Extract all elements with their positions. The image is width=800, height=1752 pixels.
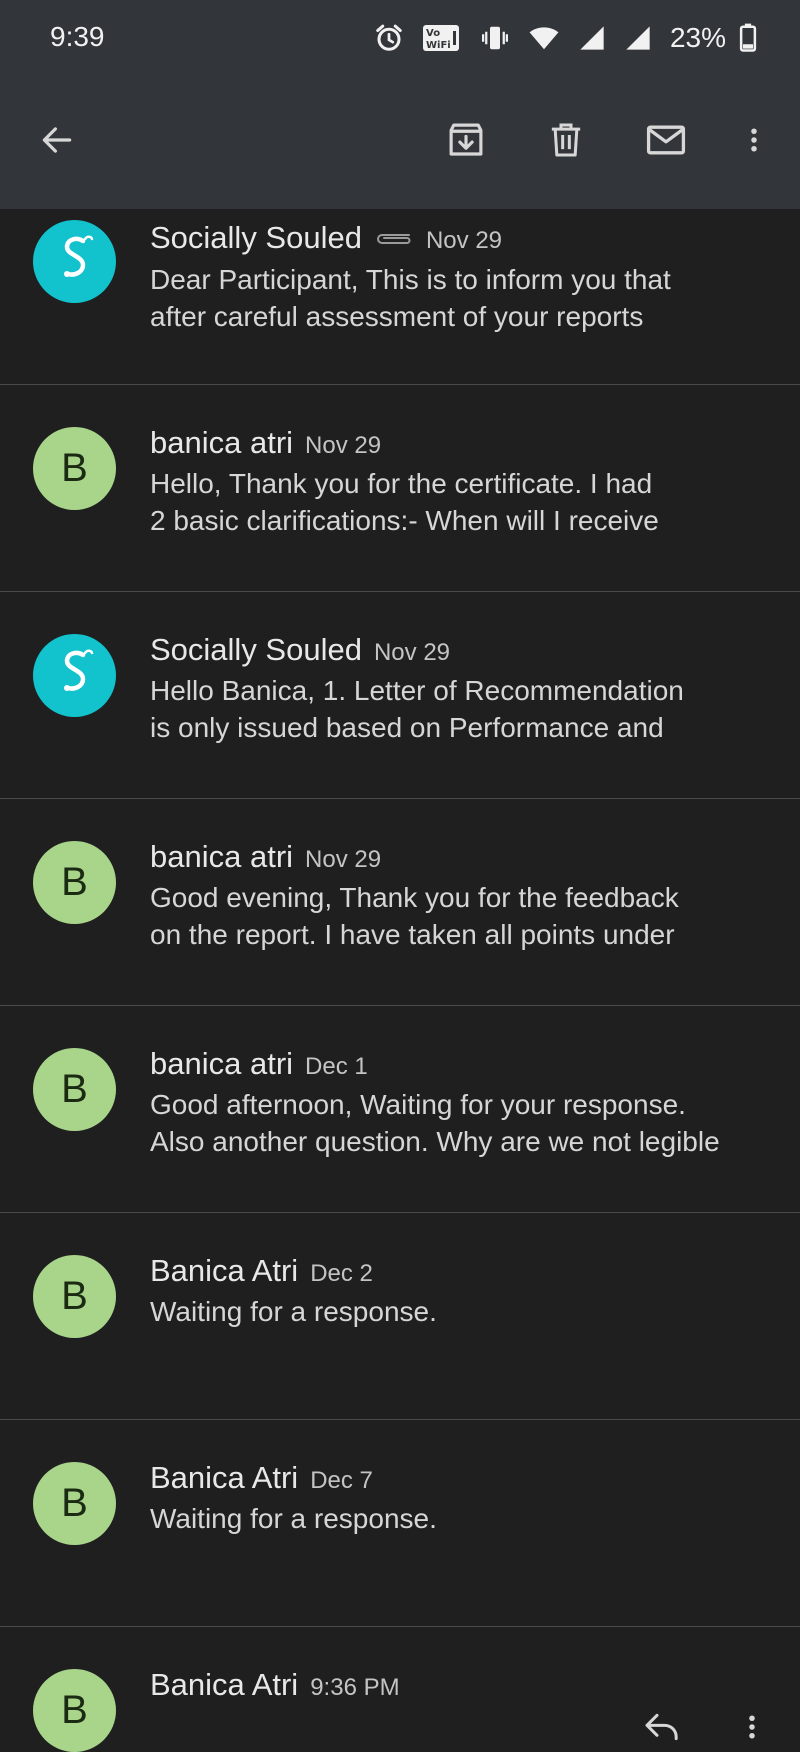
- message-thread: Socially Souled Nov 29 Dear Participant,…: [0, 209, 800, 1752]
- snippet-line: Good afternoon, Waiting for your respons…: [150, 1089, 686, 1120]
- signal-icon: [624, 23, 652, 53]
- sender-name: banica atri: [150, 1046, 294, 1081]
- sender-line: Banica Atri Dec 7: [150, 1460, 373, 1496]
- snippet-line: Good evening, Thank you for the feedback: [150, 882, 679, 913]
- more-options-button[interactable]: [727, 115, 781, 169]
- snippet-line: Waiting for a response.: [150, 1296, 437, 1327]
- app-bar: [0, 75, 800, 209]
- message-date: 9:36 PM: [310, 1674, 400, 1701]
- message-date: Nov 29: [373, 639, 451, 666]
- archive-button[interactable]: [439, 115, 493, 169]
- message-snippet: Hello Banica, 1. Letter of Recommendatio…: [150, 672, 770, 746]
- message-item[interactable]: Socially Souled Nov 29 Hello Banica, 1. …: [0, 592, 800, 799]
- back-button[interactable]: [30, 115, 84, 169]
- sender-line: Socially Souled Nov 29: [150, 632, 450, 668]
- message-item[interactable]: B Banica Atri Dec 7 Waiting for a respon…: [0, 1420, 800, 1627]
- sender-line: Banica Atri Dec 2: [150, 1253, 373, 1289]
- message-item[interactable]: B banica atri Nov 29 Good evening, Thank…: [0, 799, 800, 1006]
- svg-text:Vo: Vo: [426, 28, 440, 39]
- sender-name: Banica Atri: [150, 1253, 299, 1288]
- sender-name: banica atri: [150, 425, 294, 460]
- socially-souled-logo-icon: [45, 229, 105, 294]
- snippet-line: Dear Participant, This is to inform you …: [150, 264, 671, 295]
- status-time: 9:39: [50, 21, 105, 52]
- avatar[interactable]: B: [33, 841, 116, 924]
- alarm-icon: [374, 23, 404, 53]
- mark-unread-button[interactable]: [639, 115, 693, 169]
- mark-unread-icon: [644, 118, 688, 167]
- message-date: Nov 29: [425, 227, 503, 254]
- more-vert-icon: [737, 1715, 767, 1751]
- message-snippet: Waiting for a response.: [150, 1293, 770, 1330]
- message-item[interactable]: B banica atri Nov 29 Hello, Thank you fo…: [0, 385, 800, 592]
- attachment-icon: [374, 228, 414, 253]
- message-more-button[interactable]: [737, 1707, 767, 1752]
- avatar[interactable]: [33, 634, 116, 717]
- delete-icon: [546, 120, 586, 165]
- avatar[interactable]: B: [33, 1669, 116, 1752]
- sender-name: Socially Souled: [150, 220, 362, 255]
- snippet-line: Waiting for a response.: [150, 1503, 437, 1534]
- reply-icon: [640, 1713, 684, 1751]
- vowifi-icon: Vo WiFi: [422, 23, 462, 53]
- snippet-line: is only issued based on Performance and: [150, 712, 664, 743]
- message-snippet: Waiting for a response.: [150, 1500, 770, 1537]
- message-snippet: Hello, Thank you for the certificate. I …: [150, 465, 770, 539]
- snippet-line: Also another question. Why are we not le…: [150, 1126, 720, 1157]
- snippet-line: on the report. I have taken all points u…: [150, 919, 675, 950]
- sender-name: Banica Atri: [150, 1667, 299, 1702]
- status-icons: Vo WiFi 23%: [374, 20, 758, 56]
- message-date: Nov 29: [305, 432, 382, 459]
- snippet-line: 2 basic clarifications:- When will I rec…: [150, 505, 659, 536]
- status-bar: 9:39 Vo WiFi 23%: [0, 0, 800, 75]
- message-date: Dec 2: [310, 1260, 373, 1287]
- avatar-letter: B: [61, 1274, 88, 1318]
- reply-button[interactable]: [640, 1707, 684, 1752]
- snippet-line: Hello Banica, 1. Letter of Recommendatio…: [150, 675, 684, 706]
- sender-line: Socially Souled Nov 29: [150, 220, 502, 256]
- message-item[interactable]: B Banica Atri 9:36 PM: [0, 1627, 800, 1752]
- message-snippet: Good afternoon, Waiting for your respons…: [150, 1086, 790, 1160]
- message-item[interactable]: B banica atri Dec 1 Good afternoon, Wait…: [0, 1006, 800, 1213]
- signal-icon: [578, 23, 606, 53]
- battery-icon: [738, 23, 758, 53]
- snippet-line: after careful assessment of your reports: [150, 301, 644, 332]
- sender-line: Banica Atri 9:36 PM: [150, 1667, 400, 1703]
- avatar-letter: B: [61, 1481, 88, 1525]
- message-snippet: Dear Participant, This is to inform you …: [150, 261, 770, 335]
- message-date: Nov 29: [305, 846, 382, 873]
- avatar-letter: B: [61, 1688, 88, 1732]
- wifi-icon: [528, 23, 560, 53]
- sender-line: banica atri Nov 29: [150, 839, 381, 875]
- delete-button[interactable]: [539, 115, 593, 169]
- message-date: Dec 1: [305, 1053, 368, 1080]
- avatar[interactable]: B: [33, 1048, 116, 1131]
- archive-icon: [445, 119, 487, 166]
- sender-name: Socially Souled: [150, 632, 362, 667]
- sender-name: Banica Atri: [150, 1460, 299, 1495]
- message-item[interactable]: B Banica Atri Dec 2 Waiting for a respon…: [0, 1213, 800, 1420]
- avatar[interactable]: [33, 220, 116, 303]
- message-item[interactable]: Socially Souled Nov 29 Dear Participant,…: [0, 209, 800, 385]
- sender-name: banica atri: [150, 839, 294, 874]
- avatar-letter: B: [61, 1067, 88, 1111]
- avatar-letter: B: [61, 446, 88, 490]
- avatar[interactable]: B: [33, 1462, 116, 1545]
- avatar-letter: B: [61, 860, 88, 904]
- sender-line: banica atri Nov 29: [150, 425, 381, 461]
- back-arrow-icon: [38, 121, 76, 164]
- svg-text:WiFi: WiFi: [426, 40, 451, 51]
- avatar[interactable]: B: [33, 427, 116, 510]
- socially-souled-logo-icon: [45, 643, 105, 708]
- message-snippet: Good evening, Thank you for the feedback…: [150, 879, 770, 953]
- more-vert-icon: [739, 120, 769, 165]
- battery-percent: 23%: [669, 22, 726, 53]
- vibrate-icon: [480, 23, 510, 53]
- message-date: Dec 7: [310, 1467, 373, 1494]
- sender-line: banica atri Dec 1: [150, 1046, 368, 1082]
- avatar[interactable]: B: [33, 1255, 116, 1338]
- snippet-line: Hello, Thank you for the certificate. I …: [150, 468, 653, 499]
